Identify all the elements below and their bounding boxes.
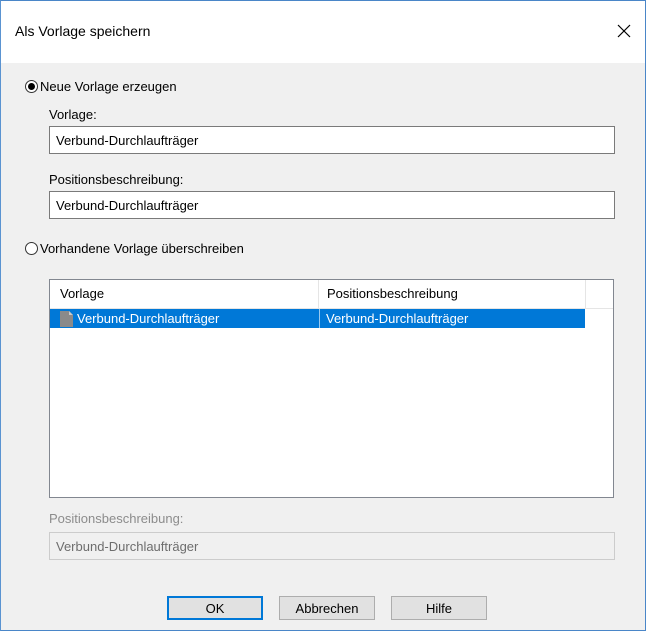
table-row[interactable]: Verbund-Durchlaufträger Verbund-Durchlau… [50,309,585,328]
title-bar: Als Vorlage speichern [1,1,645,63]
cell-divider [319,309,320,328]
overwrite-template-radio[interactable]: Vorhandene Vorlage überschreiben [25,241,244,256]
template-list[interactable]: Vorlage Positionsbeschreibung Verbund-Du… [49,279,614,498]
position-description-input[interactable] [49,191,615,219]
cancel-button[interactable]: Abbrechen [279,596,375,620]
column-divider[interactable] [318,280,319,308]
column-divider[interactable] [585,280,586,308]
close-icon [617,24,631,38]
row-description: Verbund-Durchlaufträger [326,311,469,326]
template-list-header: Vorlage Positionsbeschreibung [50,280,613,309]
column-header-description[interactable]: Positionsbeschreibung [323,280,581,308]
help-button[interactable]: Hilfe [391,596,487,620]
document-icon [60,311,73,327]
new-template-radio-label: Neue Vorlage erzeugen [40,79,177,94]
dialog-title: Als Vorlage speichern [15,23,151,39]
new-template-radio[interactable]: Neue Vorlage erzeugen [25,79,177,94]
position-description-label: Positionsbeschreibung: [49,172,184,187]
row-template-name: Verbund-Durchlaufträger [77,311,220,326]
overwrite-template-radio-indicator[interactable] [25,242,38,255]
new-template-radio-indicator[interactable] [25,80,38,93]
overwrite-description-input [49,532,615,560]
overwrite-description-label: Positionsbeschreibung: [49,511,184,526]
column-header-template[interactable]: Vorlage [56,280,316,308]
template-name-input[interactable] [49,126,615,154]
save-as-template-dialog: Als Vorlage speichern Neue Vorlage erzeu… [0,0,646,631]
ok-button[interactable]: OK [167,596,263,620]
template-name-label: Vorlage: [49,107,97,122]
close-button[interactable] [606,13,642,49]
overwrite-template-radio-label: Vorhandene Vorlage überschreiben [40,241,244,256]
